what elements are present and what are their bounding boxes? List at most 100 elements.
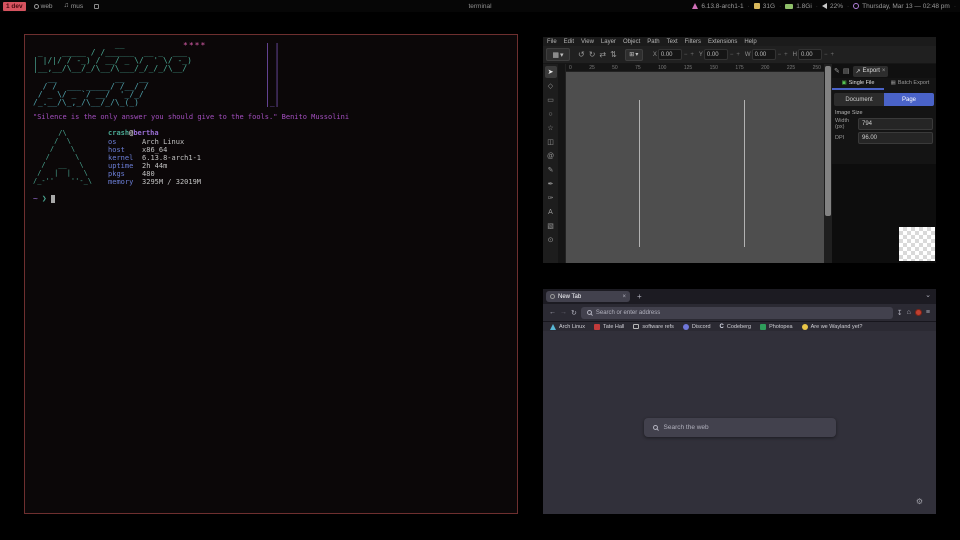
fetch-user: crash xyxy=(108,129,129,137)
chevron-down-icon: ▾ xyxy=(635,51,638,58)
extension-icon[interactable] xyxy=(915,309,922,316)
arch-logo-ascii: /\ / \ / \ / \ / __ \ / | | \ /_-'' ''-_… xyxy=(33,129,92,186)
menu-path[interactable]: Path xyxy=(647,39,659,45)
bookmark-discord[interactable]: Discord xyxy=(683,324,711,330)
prompt-chevron-icon: ❯ xyxy=(42,194,47,203)
menu-view[interactable]: View xyxy=(581,39,594,45)
canvas[interactable] xyxy=(566,72,824,263)
menu-layer[interactable]: Layer xyxy=(601,39,616,45)
back-button[interactable]: ← xyxy=(549,309,556,316)
coord-input-h[interactable]: 0.00 xyxy=(798,49,822,60)
coord-input-y[interactable]: 0.00 xyxy=(704,49,728,60)
tool-text[interactable]: A xyxy=(545,206,557,218)
tool-dropper[interactable]: ⊙ xyxy=(545,234,557,246)
menu-button[interactable]: ≡ xyxy=(926,309,930,316)
tool-ellipse[interactable]: ○ xyxy=(545,108,557,120)
scrollbar-thumb[interactable] xyxy=(825,66,831,216)
menu-edit[interactable]: Edit xyxy=(564,39,574,45)
menu-extensions[interactable]: Extensions xyxy=(708,39,737,45)
tool-pen[interactable]: ✒ xyxy=(545,178,557,190)
bookmark-arch-linux[interactable]: Arch Linux xyxy=(550,324,585,330)
bookmark-letter-icon: C xyxy=(720,324,724,330)
page-border-left xyxy=(639,100,640,247)
inkscape-window[interactable]: File Edit View Layer Object Path Text Filters Ex… xyxy=(543,37,936,263)
home-button[interactable]: ⌂ xyxy=(907,309,911,316)
tab-new-tab[interactable]: New Tab × xyxy=(546,291,630,302)
menu-filters[interactable]: Filters xyxy=(685,39,701,45)
ruler-number: 250 xyxy=(813,65,821,71)
stepper-plus[interactable]: + xyxy=(829,52,835,58)
page-button[interactable]: Page xyxy=(884,93,934,106)
menu-object[interactable]: Object xyxy=(623,39,640,45)
menu-help[interactable]: Help xyxy=(744,39,756,45)
stepper-plus[interactable]: + xyxy=(689,52,695,58)
stepper-plus[interactable]: + xyxy=(735,52,741,58)
coord-input-x[interactable]: 0.00 xyxy=(658,49,682,60)
tool-star[interactable]: ☆ xyxy=(545,122,557,134)
dpi-row: DPI 96.00 xyxy=(835,132,933,144)
grid-icon: ▦ xyxy=(552,51,559,59)
menu-file[interactable]: File xyxy=(547,39,557,45)
bookmark-are-we-wayland-yet-[interactable]: Are we Wayland yet? xyxy=(802,324,863,330)
close-icon[interactable]: × xyxy=(882,68,886,74)
shell-prompt[interactable]: ~ ❯ xyxy=(33,194,509,203)
export-icon: ↗ xyxy=(856,68,861,75)
align-dropdown[interactable]: ⊞▾ xyxy=(625,49,643,61)
bookmark-icon xyxy=(633,324,639,329)
tab-single-file[interactable]: ▣ Single File xyxy=(832,78,884,90)
bookmark-codeberg[interactable]: CCodeberg xyxy=(720,324,752,330)
downloads-button[interactable]: ↧ xyxy=(897,309,903,317)
export-panel-tab[interactable]: ↗ Export × xyxy=(853,66,889,77)
terminal-window[interactable]: __ _ _____ / /______ __ _ ___ | |/|/ / -… xyxy=(24,34,518,514)
stepper-minus[interactable]: − xyxy=(823,52,829,58)
pencil-icon[interactable]: ✎ xyxy=(834,67,840,75)
fetch-row: hostx86_64 xyxy=(108,146,201,154)
coord-y: Y0.00−+ xyxy=(699,49,741,60)
flip-horizontal-icon[interactable]: ⇄ xyxy=(597,50,608,59)
flip-vertical-icon[interactable]: ⇅ xyxy=(608,50,619,59)
stepper-minus[interactable]: − xyxy=(683,52,689,58)
document-button[interactable]: Document xyxy=(834,93,884,106)
stepper-minus[interactable]: − xyxy=(777,52,783,58)
canvas-scrollbar[interactable] xyxy=(824,64,832,263)
bookmark-icon xyxy=(683,324,689,330)
tab-batch-export[interactable]: ▦ Batch Export xyxy=(884,78,936,90)
url-bar[interactable]: Search or enter address xyxy=(581,307,893,319)
new-tab-button[interactable]: + xyxy=(637,292,642,301)
list-tabs-chevron-icon[interactable]: ⌄ xyxy=(925,291,931,299)
tool-gradient[interactable]: ▧ xyxy=(545,220,557,232)
personalize-gear-icon[interactable]: ⚙ xyxy=(916,497,923,506)
web-search-box[interactable]: Search the web xyxy=(644,418,836,437)
menu-text[interactable]: Text xyxy=(667,39,678,45)
tab-close-icon[interactable]: × xyxy=(622,294,626,300)
tool-spiral[interactable]: @ xyxy=(545,150,557,162)
width-input[interactable]: 794 xyxy=(858,118,933,130)
bookmark-tate-hall[interactable]: Tate Hall xyxy=(594,324,624,330)
selection-mode-dropdown[interactable]: ▦▾ xyxy=(546,48,570,61)
coord-label: W xyxy=(745,52,751,58)
stepper-plus[interactable]: + xyxy=(783,52,789,58)
vertical-ruler xyxy=(558,64,566,263)
bookmark-software-refs[interactable]: software refs xyxy=(633,324,673,330)
tool-calligraphy[interactable]: ✑ xyxy=(545,192,557,204)
tool-rectangle[interactable]: ▭ xyxy=(545,94,557,106)
top-bar: 1 devweb♫mus terminal 6.13.8-arch1-1·31G… xyxy=(0,0,960,12)
tool-node-editor[interactable]: ◇ xyxy=(545,80,557,92)
fetch-user-host: crash@bertha xyxy=(108,129,201,137)
stepper-minus[interactable]: − xyxy=(729,52,735,58)
forward-button[interactable]: → xyxy=(560,309,567,316)
tool-selector[interactable]: ➤ xyxy=(545,66,557,78)
tool-pencil[interactable]: ✎ xyxy=(545,164,557,176)
tool-box-3d[interactable]: ◫ xyxy=(545,136,557,148)
bookmark-photopea[interactable]: Photopea xyxy=(760,324,793,330)
rotate-ccw-icon[interactable]: ↺ xyxy=(576,50,587,59)
layers-icon[interactable]: ▤ xyxy=(843,67,850,75)
coord-input-w[interactable]: 0.00 xyxy=(752,49,776,60)
page-border-right xyxy=(744,100,745,247)
rotate-cw-icon[interactable]: ↻ xyxy=(587,50,598,59)
dpi-input[interactable]: 96.00 xyxy=(858,132,933,144)
fetch-label: kernel xyxy=(108,154,142,162)
reload-button[interactable]: ↻ xyxy=(571,309,577,317)
width-label: Width (px) xyxy=(835,118,855,130)
browser-window[interactable]: New Tab × + ⌄ ← → ↻ Search or enter addr… xyxy=(543,289,936,514)
